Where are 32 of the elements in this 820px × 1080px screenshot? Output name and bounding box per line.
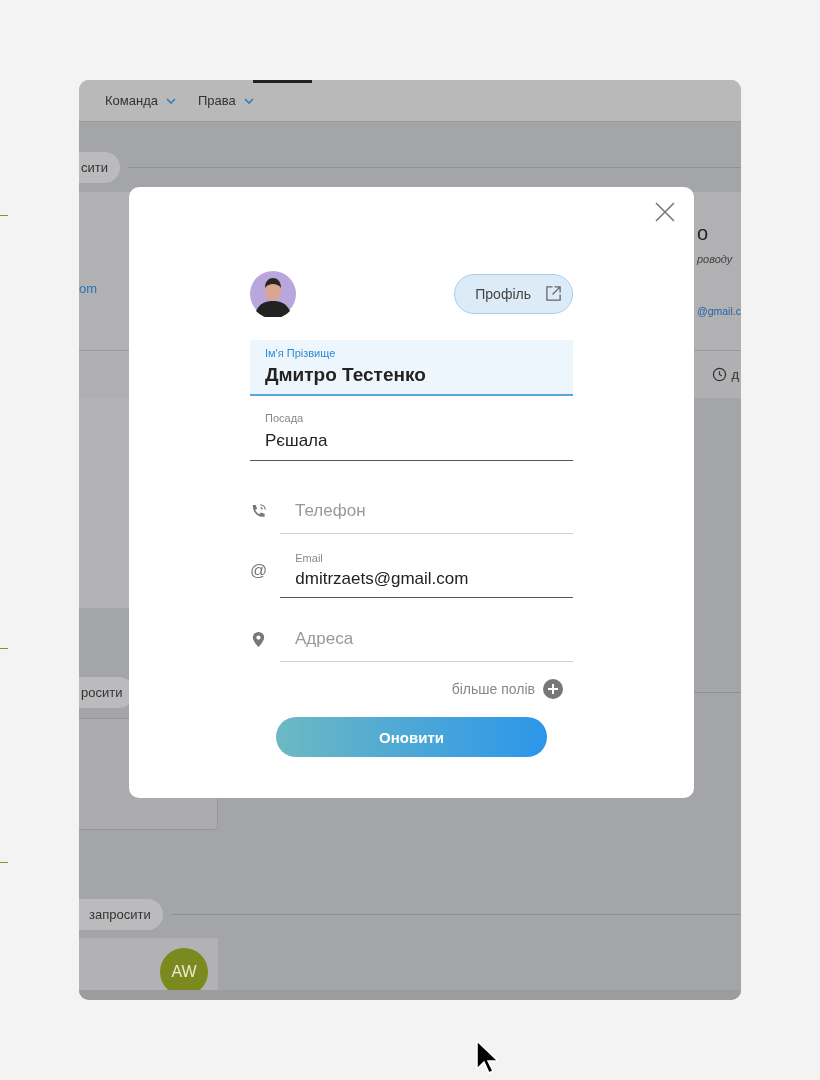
phone-icon <box>250 503 267 520</box>
tab-indicator <box>253 80 312 83</box>
nav-menu[interactable]: Команда <box>105 93 176 108</box>
close-icon[interactable] <box>654 201 676 223</box>
mouse-cursor-icon <box>476 1040 498 1074</box>
at-sign-icon: @ <box>250 561 268 581</box>
chevron-icon <box>243 97 254 104</box>
history-label: д <box>731 367 739 382</box>
plus-icon[interactable] <box>543 679 563 699</box>
contact-role: роводу <box>697 253 733 265</box>
more-fields-link[interactable]: більше полів <box>451 681 535 697</box>
invite-button[interactable]: запросити <box>79 899 163 930</box>
contact-name: о <box>697 222 709 245</box>
field-label: Посада <box>265 412 305 425</box>
invite-button[interactable]: сити <box>79 152 120 183</box>
location-pin-icon <box>250 631 267 648</box>
external-link-icon <box>545 285 562 302</box>
field-value: Рєшала <box>265 431 329 451</box>
nav-menu[interactable]: Права <box>197 93 254 108</box>
field-value: Дмитро Тестенко <box>265 364 427 386</box>
field-label: Ім'я Прізвище <box>265 347 337 360</box>
text-field[interactable]: Email dmitrzaets@gmail.com <box>280 548 573 598</box>
text-field[interactable]: Посада Рєшала <box>250 405 573 461</box>
profile-button[interactable]: Профіль <box>454 273 573 314</box>
chevron-icon <box>165 97 176 104</box>
avatar <box>250 270 296 317</box>
field-placeholder: Адреса <box>295 629 355 649</box>
history-icon <box>712 367 728 382</box>
field-value: dmitrzaets@gmail.com <box>295 569 470 589</box>
text-field[interactable]: Ім'я Прізвище Дмитро Тестенко <box>250 340 573 396</box>
field-label: Email <box>295 552 324 565</box>
field-placeholder: Телефон <box>295 501 367 521</box>
